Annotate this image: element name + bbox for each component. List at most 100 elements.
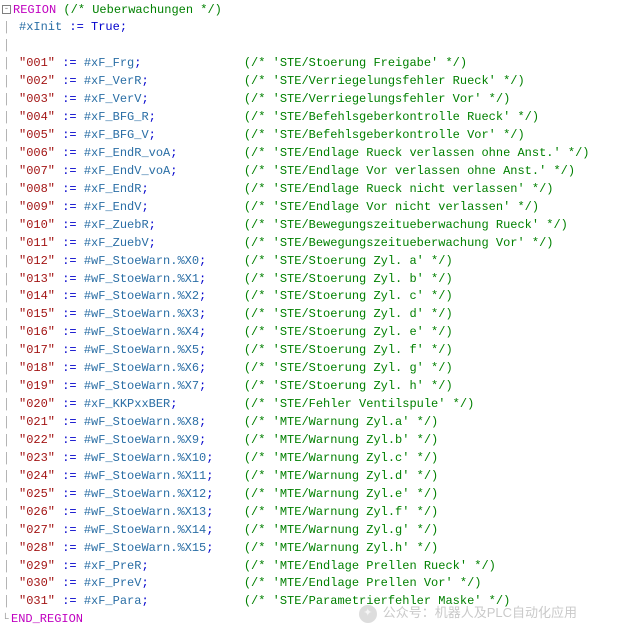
outline-bar: │ — [2, 452, 11, 468]
code-row: │"028" := #wF_StoeWarn.%X15;(/* 'MTE/War… — [2, 540, 635, 558]
row-comment: (/* 'MTE/Endlage Prellen Vor' */) — [244, 576, 482, 590]
row-key: "007" — [19, 164, 55, 178]
row-variable: #xF_Frg — [84, 56, 134, 70]
row-variable: #wF_StoeWarn.%X10 — [84, 451, 206, 465]
row-variable: #wF_StoeWarn.%X1 — [84, 272, 199, 286]
row-comment: (/* 'MTE/Warnung Zyl.d' */) — [244, 469, 438, 483]
code-row: │"030" := #xF_PreV;(/* 'MTE/Endlage Prel… — [2, 575, 635, 593]
row-key: "009" — [19, 200, 55, 214]
row-key: "023" — [19, 451, 55, 465]
semi: ; — [141, 559, 148, 573]
row-comment: (/* 'MTE/Warnung Zyl.e' */) — [244, 487, 438, 501]
code-row: │"025" := #wF_StoeWarn.%X12;(/* 'MTE/War… — [2, 486, 635, 504]
row-variable: #xF_PreR — [84, 559, 142, 573]
row-key: "030" — [19, 576, 55, 590]
semi: ; — [199, 272, 206, 286]
row-comment: (/* 'STE/Stoerung Zyl. f' */) — [244, 343, 453, 357]
region-keyword: REGION — [13, 3, 56, 17]
outline-bar: │ — [2, 380, 11, 396]
code-editor[interactable]: -REGION (/* Ueberwachungen */) │ #xInit :… — [2, 2, 635, 629]
assign-op: := — [62, 146, 76, 160]
code-row: │"008" := #xF_EndR;(/* 'STE/Endlage Ruec… — [2, 181, 635, 199]
code-row: │"027" := #wF_StoeWarn.%X14;(/* 'MTE/War… — [2, 522, 635, 540]
assign-op: := — [62, 56, 76, 70]
region-open-line: -REGION (/* Ueberwachungen */) — [2, 2, 635, 19]
row-variable: #xF_Para — [84, 594, 142, 608]
assign-op: := — [69, 20, 83, 34]
assign-op: := — [62, 289, 76, 303]
assign-op: := — [62, 559, 76, 573]
row-key: "001" — [19, 56, 55, 70]
code-row: │"012" := #wF_StoeWarn.%X0;(/* 'STE/Stoe… — [2, 253, 635, 271]
assign-op: := — [62, 272, 76, 286]
region-close-line: └END_REGION — [2, 611, 635, 629]
row-comment: (/* 'STE/Verriegelungsfehler Rueck' */) — [244, 74, 525, 88]
outline-bar: │ — [2, 183, 11, 199]
outline-bar: │ — [2, 326, 11, 342]
code-row: │"013" := #wF_StoeWarn.%X1;(/* 'STE/Stoe… — [2, 271, 635, 289]
outline-bar: │ — [2, 542, 11, 558]
row-comment: (/* 'STE/Bewegungszeitueberwachung Rueck… — [244, 218, 568, 232]
semi: ; — [149, 218, 156, 232]
row-comment: (/* 'STE/Fehler Ventilspule' */) — [244, 397, 474, 411]
semi: ; — [199, 307, 206, 321]
outline-bar: │ — [2, 201, 11, 217]
semi: ; — [170, 164, 177, 178]
semi: ; — [149, 128, 156, 142]
end-region-keyword: END_REGION — [11, 612, 83, 626]
outline-bar: │ — [2, 129, 11, 145]
row-key: "028" — [19, 541, 55, 555]
row-comment: (/* 'MTE/Warnung Zyl.g' */) — [244, 523, 438, 537]
outline-bar: │ — [2, 165, 11, 181]
row-key: "022" — [19, 433, 55, 447]
outline-bar: │ — [2, 524, 11, 540]
semi: ; — [206, 523, 213, 537]
outline-bar: │ — [2, 488, 11, 504]
row-variable: #xF_BFG_R — [84, 110, 149, 124]
code-row: │"004" := #xF_BFG_R;(/* 'STE/Befehlsgebe… — [2, 109, 635, 127]
row-comment: (/* 'STE/Stoerung Zyl. g' */) — [244, 361, 453, 375]
outline-bar: │ — [2, 147, 11, 163]
outline-bar: │ — [2, 434, 11, 450]
region-comment: (/* Ueberwachungen */) — [63, 3, 221, 17]
semi: ; — [206, 451, 213, 465]
row-key: "012" — [19, 254, 55, 268]
outline-bar: │ — [2, 237, 11, 253]
outline-bar: │ — [2, 470, 11, 486]
row-key: "014" — [19, 289, 55, 303]
outline-bar: │ — [2, 273, 11, 289]
assign-op: := — [62, 415, 76, 429]
row-variable: #xF_EndV — [84, 200, 142, 214]
row-key: "002" — [19, 74, 55, 88]
semi: ; — [170, 146, 177, 160]
row-comment: (/* 'STE/Endlage Rueck nicht verlassen' … — [244, 182, 554, 196]
row-variable: #xF_ZuebV — [84, 236, 149, 250]
row-comment: (/* 'MTE/Endlage Prellen Rueck' */) — [244, 559, 496, 573]
semi: ; — [199, 254, 206, 268]
assign-op: := — [62, 92, 76, 106]
row-comment: (/* 'MTE/Warnung Zyl.b' */) — [244, 433, 438, 447]
outline-bar: │ — [2, 39, 11, 55]
assign-op: := — [62, 433, 76, 447]
init-target: #xInit — [19, 20, 62, 34]
outline-bar: │ — [2, 93, 11, 109]
row-key: "018" — [19, 361, 55, 375]
semi: ; — [199, 289, 206, 303]
code-row: │"001" := #xF_Frg;(/* 'STE/Stoerung Frei… — [2, 55, 635, 73]
fold-toggle-icon[interactable]: - — [2, 5, 11, 14]
outline-bar: │ — [2, 398, 11, 414]
row-comment: (/* 'STE/Endlage Vor verlassen ohne Anst… — [244, 164, 575, 178]
semi: ; — [120, 20, 127, 34]
row-variable: #wF_StoeWarn.%X14 — [84, 523, 206, 537]
row-variable: #wF_StoeWarn.%X11 — [84, 469, 206, 483]
row-variable: #xF_PreV — [84, 576, 142, 590]
row-comment: (/* 'STE/Stoerung Zyl. a' */) — [244, 254, 453, 268]
semi: ; — [199, 379, 206, 393]
row-variable: #wF_StoeWarn.%X4 — [84, 325, 199, 339]
assign-op: := — [62, 576, 76, 590]
row-variable: #wF_StoeWarn.%X7 — [84, 379, 199, 393]
row-comment: (/* 'STE/Stoerung Freigabe' */) — [244, 56, 467, 70]
assign-op: := — [62, 541, 76, 555]
semi: ; — [141, 182, 148, 196]
outline-bar: │ — [2, 111, 11, 127]
